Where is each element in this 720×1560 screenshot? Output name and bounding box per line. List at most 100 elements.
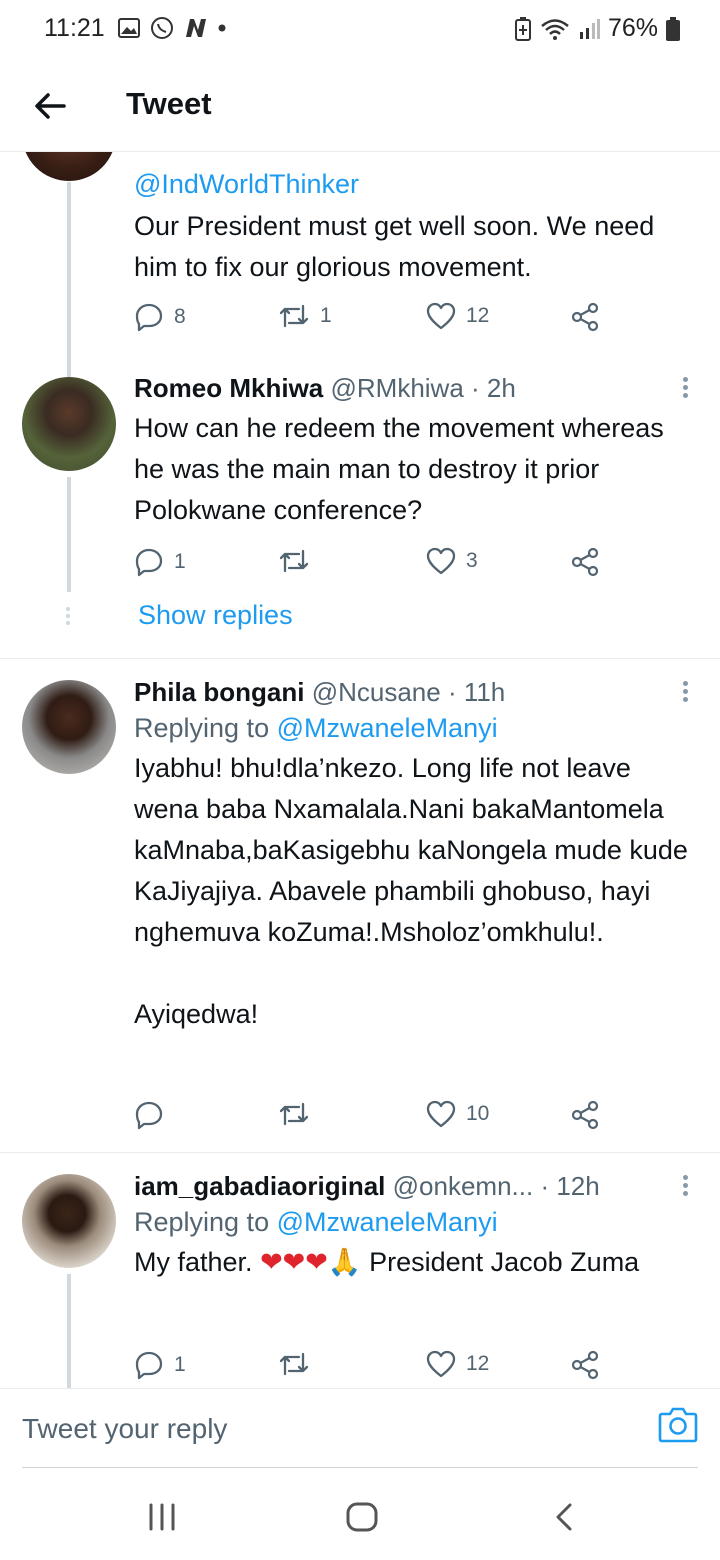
tweet-3[interactable]: Phila bongani @Ncusane · 11h Replying to…: [134, 676, 694, 1035]
replying-to: Replying to @MzwaneleManyi: [134, 1207, 498, 1237]
n-app-icon: [186, 19, 206, 37]
display-name[interactable]: Romeo Mkhiwa: [134, 373, 323, 403]
more-options-button[interactable]: [680, 374, 690, 404]
retweet-button[interactable]: [278, 547, 320, 575]
divider: [0, 1152, 720, 1153]
reply-button[interactable]: 1: [134, 1350, 186, 1380]
reply-count: 1: [174, 1353, 186, 1376]
share-button[interactable]: [570, 302, 600, 332]
back-button[interactable]: [30, 86, 70, 126]
more-options-button[interactable]: [680, 678, 690, 708]
retweet-button[interactable]: [278, 1350, 320, 1378]
avatar[interactable]: [22, 680, 116, 774]
share-icon: [571, 1350, 599, 1380]
show-replies-link[interactable]: Show replies: [138, 600, 293, 631]
tweet-actions: 8 1 12: [134, 302, 614, 338]
avatar[interactable]: [22, 1174, 116, 1268]
system-back-button[interactable]: [552, 1502, 576, 1537]
thread-line: [67, 182, 71, 377]
reply-button[interactable]: 8: [134, 302, 186, 332]
like-button[interactable]: 12: [426, 302, 489, 330]
avatar[interactable]: [22, 152, 116, 181]
reply-button[interactable]: 1: [134, 547, 186, 577]
gallery-icon: [118, 18, 140, 38]
share-icon: [571, 1100, 599, 1130]
retweet-icon: [279, 549, 309, 573]
reply-count: 8: [174, 305, 186, 328]
dot-icon: [218, 24, 226, 32]
tweet-header: Phila bongani @Ncusane · 11h: [134, 676, 694, 708]
like-button[interactable]: 12: [426, 1350, 489, 1378]
home-button[interactable]: [346, 1502, 378, 1537]
thread-continuation-dots: [66, 604, 72, 628]
retweet-count: 1: [320, 304, 332, 327]
home-icon: [346, 1502, 378, 1532]
tweet-1[interactable]: @IndWorldThinker Our President must get …: [134, 164, 694, 288]
reply-button[interactable]: [134, 1100, 174, 1130]
share-icon: [571, 302, 599, 332]
tweet-header: Romeo Mkhiwa @RMkhiwa · 2h: [134, 372, 694, 404]
timestamp: · 12h: [540, 1171, 600, 1201]
display-name[interactable]: iam_gabadiaoriginal: [134, 1171, 385, 1201]
like-button[interactable]: 3: [426, 547, 478, 575]
wifi-icon: [541, 18, 569, 40]
tweet-text: Iyabhu! bhu!dla’nkezo. Long life not lea…: [134, 753, 688, 1029]
tweet-actions: 1 12: [134, 1350, 614, 1386]
reply-icon: [135, 1101, 163, 1130]
display-name[interactable]: Phila bongani: [134, 677, 304, 707]
replying-to-mention[interactable]: @MzwaneleManyi: [277, 1207, 498, 1237]
tweet-header: iam_gabadiaoriginal @onkemn... · 12h: [134, 1170, 694, 1202]
share-icon: [571, 547, 599, 577]
reply-input[interactable]: [22, 1407, 622, 1451]
reply-icon: [135, 548, 163, 577]
thread-line: [67, 477, 71, 592]
replying-to: Replying to @MzwaneleManyi: [134, 713, 498, 743]
tweet-thread[interactable]: @IndWorldThinker Our President must get …: [0, 152, 720, 1388]
tweet-2[interactable]: Romeo Mkhiwa @RMkhiwa · 2h How can he re…: [134, 372, 694, 531]
handle[interactable]: @onkemn...: [393, 1171, 534, 1201]
timestamp: · 11h: [447, 677, 506, 707]
share-button[interactable]: [570, 547, 600, 577]
recent-apps-icon: [149, 1503, 175, 1531]
share-button[interactable]: [570, 1100, 600, 1130]
handle[interactable]: @Ncusane: [312, 677, 441, 707]
reply-composer: [0, 1388, 720, 1468]
heart-icon: [426, 302, 456, 330]
camera-button[interactable]: [658, 1405, 698, 1443]
retweet-button[interactable]: 1: [278, 302, 332, 330]
whatsapp-icon: [151, 17, 173, 39]
more-options-button[interactable]: [680, 1172, 690, 1202]
avatar[interactable]: [22, 377, 116, 471]
tweet-4[interactable]: iam_gabadiaoriginal @onkemn... · 12h Rep…: [134, 1170, 694, 1283]
like-count: 3: [466, 549, 478, 572]
like-count: 10: [466, 1102, 490, 1125]
share-button[interactable]: [570, 1350, 600, 1380]
like-count: 12: [466, 304, 490, 327]
like-count: 12: [466, 1352, 490, 1375]
timestamp: · 2h: [471, 373, 516, 403]
like-button[interactable]: 10: [426, 1100, 489, 1128]
recent-apps-button[interactable]: [148, 1502, 176, 1537]
replying-to-mention[interactable]: @IndWorldThinker: [134, 164, 694, 204]
replying-to-mention[interactable]: @MzwaneleManyi: [277, 713, 498, 743]
back-icon: [556, 1503, 572, 1531]
camera-icon: [658, 1407, 698, 1443]
divider: [0, 658, 720, 659]
tweet-actions: 1 3: [134, 547, 614, 583]
retweet-icon: [279, 1352, 309, 1376]
system-nav-bar: [0, 1480, 720, 1560]
status-right: 76%: [514, 14, 680, 43]
reply-underline: [22, 1467, 698, 1468]
handle[interactable]: @RMkhiwa: [330, 373, 463, 403]
header: Tweet: [0, 60, 720, 152]
signal-icon: [579, 18, 600, 39]
notification-icons: [118, 16, 226, 40]
status-time: 11:21: [44, 14, 105, 42]
retweet-button[interactable]: [278, 1100, 320, 1128]
battery-icon: [666, 16, 680, 41]
arrow-left-icon: [35, 93, 66, 119]
tweet-text: How can he redeem the movement whereas h…: [134, 413, 672, 525]
tweet-actions: 10: [134, 1100, 614, 1136]
thread-line: [67, 1274, 71, 1388]
heart-icon: [426, 1100, 456, 1128]
